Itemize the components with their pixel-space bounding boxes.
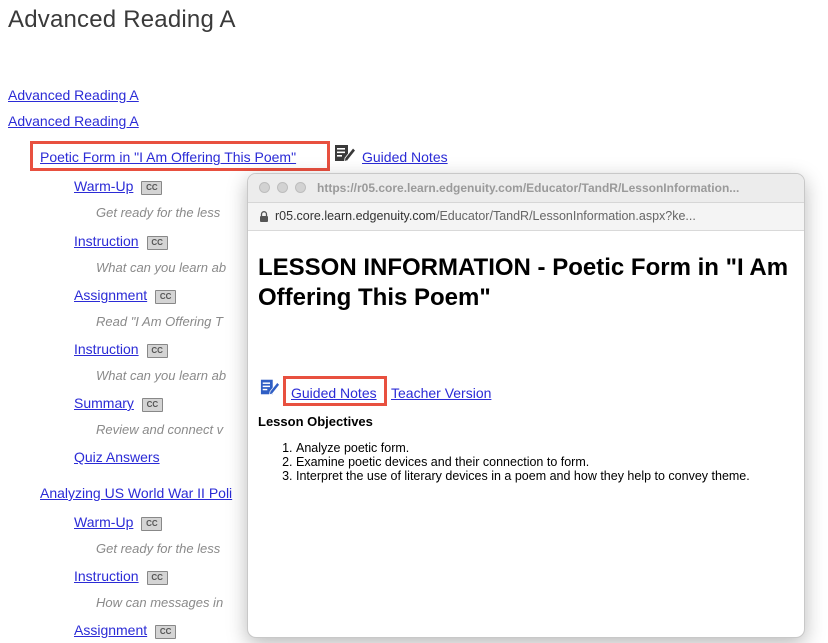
objective-item: Interpret the use of literary devices in… — [296, 469, 804, 483]
cc-icon[interactable]: CC — [155, 625, 177, 639]
popup-titlebar[interactable]: https://r05.core.learn.edgenuity.com/Edu… — [248, 174, 804, 203]
cc-icon[interactable]: CC — [141, 181, 163, 195]
item-description: What can you learn ab — [96, 260, 227, 275]
teacher-version-link[interactable]: Teacher Version — [391, 385, 491, 401]
lesson-info-popup-window: https://r05.core.learn.edgenuity.com/Edu… — [247, 173, 805, 638]
list-item: Warm-Up CC — [74, 514, 163, 532]
list-item: Assignment CC — [74, 622, 177, 640]
notes-pencil-icon[interactable] — [260, 377, 280, 397]
cc-icon[interactable]: CC — [146, 236, 168, 250]
item-link-warm-up[interactable]: Warm-Up — [74, 514, 133, 530]
item-link-instruction-2[interactable]: Instruction — [74, 341, 139, 357]
guided-notes-link[interactable]: Guided Notes — [362, 149, 448, 165]
item-description: How can messages in — [96, 595, 224, 610]
cc-icon[interactable]: CC — [141, 517, 163, 531]
list-item: Instruction CC — [74, 233, 168, 251]
cc-icon[interactable]: CC — [146, 344, 168, 358]
item-description: What can you learn ab — [96, 368, 227, 383]
item-link-assignment[interactable]: Assignment — [74, 287, 147, 303]
objectives-list: Analyze poetic form. Examine poetic devi… — [272, 441, 804, 483]
popup-address-bar[interactable]: r05.core.learn.edgenuity.com/Educator/Ta… — [248, 203, 804, 231]
item-link-warm-up[interactable]: Warm-Up — [74, 178, 133, 194]
item-link-summary[interactable]: Summary — [74, 395, 134, 411]
notes-pencil-icon[interactable] — [334, 143, 356, 163]
objectives-heading: Lesson Objectives — [258, 414, 373, 429]
address-path: /Educator/TandR/LessonInformation.aspx?k… — [435, 209, 696, 223]
course-link-1[interactable]: Advanced Reading A — [8, 87, 139, 103]
popup-address-text[interactable]: r05.core.learn.edgenuity.com/Educator/Ta… — [275, 209, 696, 223]
list-item: Warm-Up CC — [74, 178, 163, 196]
list-item: Instruction CC — [74, 568, 168, 586]
item-description: Get ready for the less — [96, 541, 221, 556]
item-description: Review and connect v — [96, 422, 224, 437]
cc-icon[interactable]: CC — [155, 290, 177, 304]
lesson-link-ww2[interactable]: Analyzing US World War II Poli — [40, 485, 232, 501]
item-link-assignment[interactable]: Assignment — [74, 622, 147, 638]
minimize-window-button[interactable] — [277, 182, 288, 193]
highlight-box-lesson-title — [30, 141, 330, 171]
close-window-button[interactable] — [259, 182, 270, 193]
item-link-instruction[interactable]: Instruction — [74, 233, 139, 249]
item-link-instruction[interactable]: Instruction — [74, 568, 139, 584]
list-item: Summary CC — [74, 395, 163, 413]
cc-icon[interactable]: CC — [146, 571, 168, 585]
item-description: Get ready for the less — [96, 205, 221, 220]
lesson-info-heading: LESSON INFORMATION - Poetic Form in "I A… — [258, 254, 789, 311]
popup-guided-notes-link[interactable]: Guided Notes — [291, 385, 377, 401]
list-item: Assignment CC — [74, 287, 177, 305]
lock-icon — [260, 211, 268, 222]
address-host: r05.core.learn.edgenuity.com — [275, 209, 436, 223]
quiz-answers-link[interactable]: Quiz Answers — [74, 449, 160, 465]
zoom-window-button[interactable] — [295, 182, 306, 193]
popup-window-title: https://r05.core.learn.edgenuity.com/Edu… — [317, 181, 740, 195]
cc-icon[interactable]: CC — [141, 398, 163, 412]
objective-item: Analyze poetic form. — [296, 441, 804, 455]
course-link-2[interactable]: Advanced Reading A — [8, 113, 139, 129]
list-item: Instruction CC — [74, 341, 168, 359]
objective-item: Examine poetic devices and their connect… — [296, 455, 804, 469]
page-title: Advanced Reading A — [8, 6, 236, 33]
item-description: Read "I Am Offering T — [96, 314, 223, 329]
